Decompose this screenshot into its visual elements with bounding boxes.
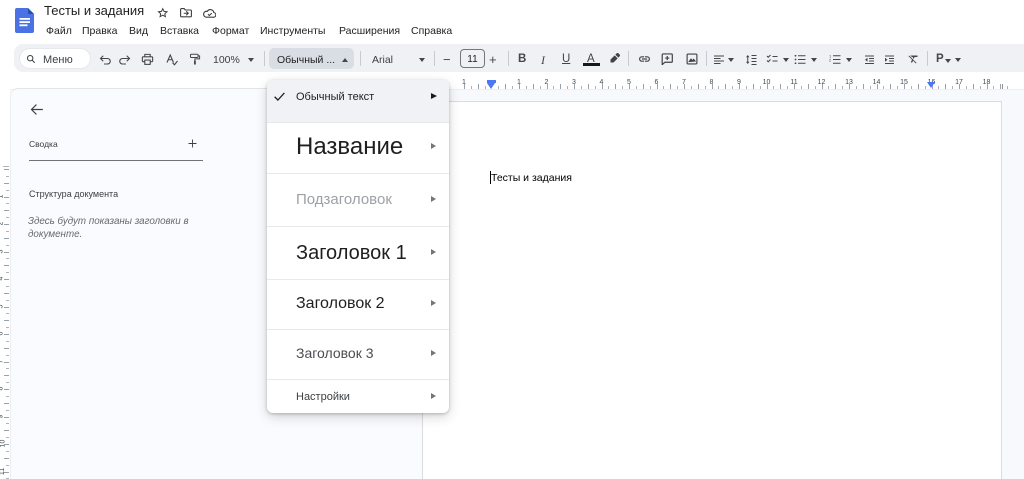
svg-text:2: 2 xyxy=(829,58,832,63)
